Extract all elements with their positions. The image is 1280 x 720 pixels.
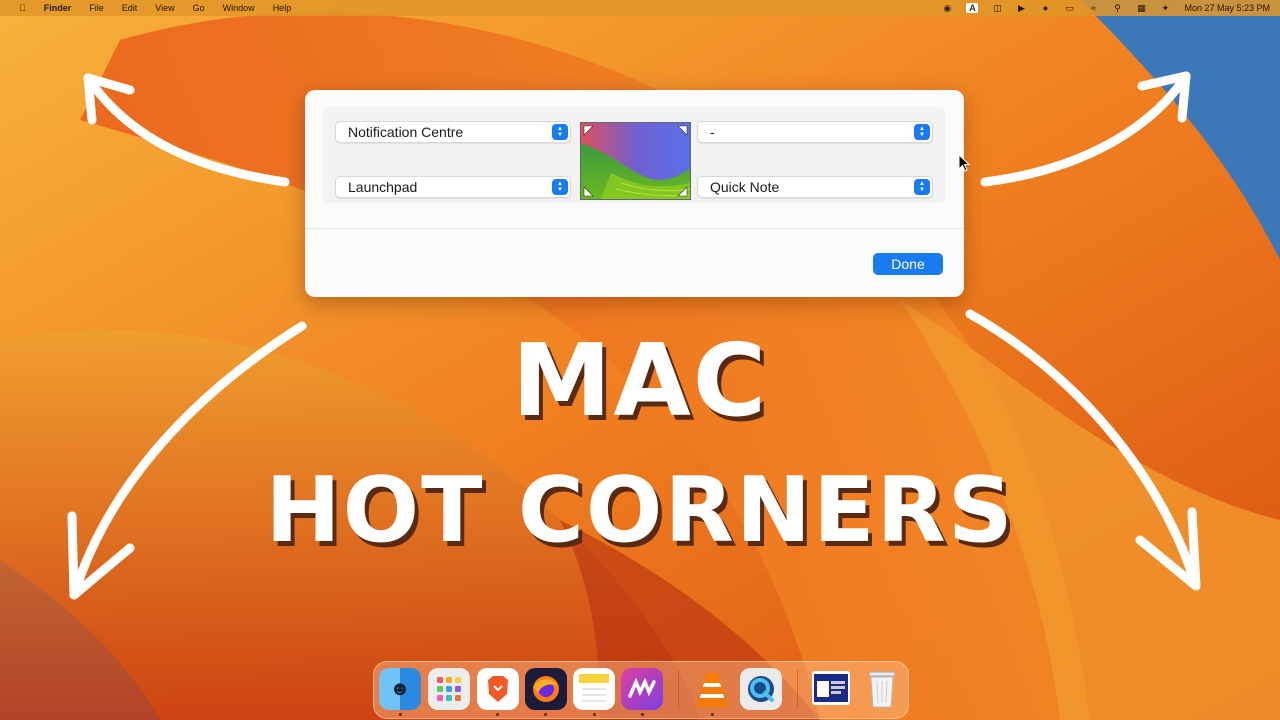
popup-stepper-icon: ▲ ▼ [552, 124, 568, 140]
bottom-left-corner-value: Launchpad [348, 179, 418, 195]
menu-bar:  Finder File Edit View Go Window Help ◉… [0, 0, 1280, 16]
screenshot-icon[interactable] [812, 671, 850, 705]
top-right-corner-value: - [710, 124, 715, 140]
running-indicator [711, 713, 714, 716]
control-centre-icon[interactable]: ▦ [1136, 3, 1146, 13]
popup-stepper-icon: ▲ ▼ [914, 179, 930, 195]
search-icon[interactable]: ⚲ [1112, 3, 1122, 13]
quicktime-icon[interactable] [740, 668, 782, 710]
firefox-icon[interactable] [525, 668, 567, 710]
vlc-icon[interactable] [691, 668, 733, 710]
overlay-title-line1: MAC [511, 322, 769, 439]
location-icon[interactable]: ◉ [942, 3, 952, 13]
headphones-icon[interactable]: ◫ [992, 3, 1002, 13]
menu-go[interactable]: Go [184, 3, 214, 13]
bottom-right-corner-value: Quick Note [710, 179, 780, 195]
bottom-right-corner-popup[interactable]: Quick Note ▲ ▼ [697, 176, 933, 198]
top-left-corner-value: Notification Centre [348, 124, 464, 140]
trash-icon[interactable] [861, 668, 903, 710]
dock-separator [797, 670, 798, 708]
launchpad-icon[interactable] [428, 668, 470, 710]
popup-stepper-icon: ▲ ▼ [914, 124, 930, 140]
menu-edit[interactable]: Edit [113, 3, 147, 13]
running-indicator [544, 713, 547, 716]
apple-logo-icon[interactable]:  [10, 3, 35, 13]
menu-help[interactable]: Help [264, 3, 301, 13]
menu-datetime[interactable]: Mon 27 May 5:23 PM [1184, 3, 1270, 13]
running-indicator [496, 713, 499, 716]
running-indicator [399, 713, 402, 716]
input-source-icon[interactable]: A [966, 3, 979, 13]
desktop-preview-image [580, 122, 691, 200]
popup-stepper-icon: ▲ ▼ [552, 179, 568, 195]
done-button[interactable]: Done [873, 253, 943, 275]
dialog-separator [305, 228, 964, 229]
menu-file[interactable]: File [80, 3, 113, 13]
brave-icon[interactable] [477, 668, 519, 710]
dock: ☻ [373, 661, 909, 719]
menu-finder[interactable]: Finder [35, 3, 81, 13]
hot-corners-dialog: Notification Centre ▲ ▼ Launchpad ▲ ▼ - ▲ ▼… [305, 90, 964, 297]
play-icon[interactable]: ▶ [1016, 3, 1026, 13]
mouse-cursor-icon [958, 154, 970, 172]
running-indicator [593, 713, 596, 716]
overlay-title-line2: HOT CORNERS [265, 458, 1015, 563]
finder-icon[interactable]: ☻ [379, 668, 421, 710]
dock-separator [678, 670, 679, 708]
running-indicator [641, 713, 644, 716]
bottom-left-corner-popup[interactable]: Launchpad ▲ ▼ [335, 176, 571, 198]
menu-view[interactable]: View [146, 3, 183, 13]
display-icon[interactable]: ▭ [1064, 3, 1074, 13]
wifi-icon[interactable]: ≈ [1088, 3, 1098, 13]
top-right-corner-popup[interactable]: - ▲ ▼ [697, 121, 933, 143]
menu-window[interactable]: Window [214, 3, 264, 13]
siri-icon[interactable]: ✦ [1160, 3, 1170, 13]
record-icon[interactable]: ● [1040, 3, 1050, 13]
onenote-icon[interactable] [621, 668, 663, 710]
notes-icon[interactable] [573, 668, 615, 710]
top-left-corner-popup[interactable]: Notification Centre ▲ ▼ [335, 121, 571, 143]
